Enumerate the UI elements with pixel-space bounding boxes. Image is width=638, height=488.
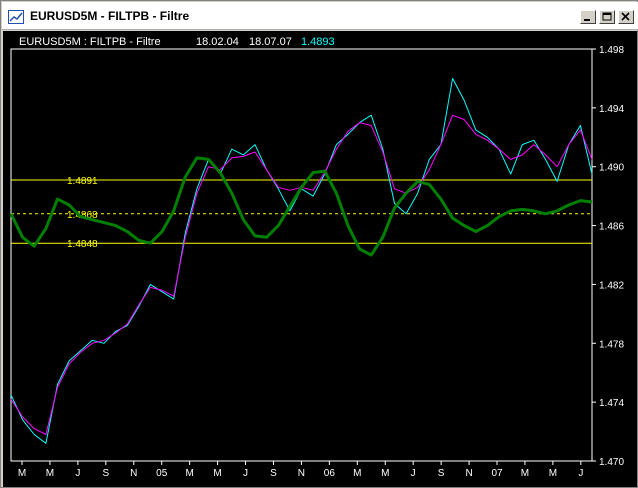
chart-symbol-label: EURUSD5M : FILTPB - Filtre xyxy=(19,36,161,48)
y-tick-label-5: 1.478 xyxy=(599,339,624,350)
x-tick-label-16: N xyxy=(465,468,472,479)
y-tick-label-0: 1.498 xyxy=(599,45,624,56)
title-bar[interactable]: EURUSD5M - FILTPB - Filtre xyxy=(2,2,638,30)
x-tick-label-1: M xyxy=(46,468,54,479)
y-tick-label-7: 1.470 xyxy=(599,457,624,468)
x-tick-label-14: J xyxy=(411,468,416,479)
filter-series-line xyxy=(10,114,593,435)
close-button[interactable] xyxy=(618,10,634,24)
x-tick-label-0: M xyxy=(18,468,26,479)
minimize-button[interactable] xyxy=(580,10,596,24)
plot-frame xyxy=(10,48,593,462)
x-tick-label-17: 07 xyxy=(491,468,503,479)
window-title: EURUSD5M - FILTPB - Filtre xyxy=(30,9,190,23)
chart-area[interactable]: EURUSD5M : FILTPB - Filtre 18.02.04 18.0… xyxy=(3,31,637,487)
price-chart[interactable]: EURUSD5M : FILTPB - Filtre 18.02.04 18.0… xyxy=(3,31,637,487)
x-tick-label-2: J xyxy=(75,468,80,479)
level-label-0: 1.4891 xyxy=(67,176,98,187)
x-tick-label-10: N xyxy=(298,468,305,479)
chart-date-to: 18.07.07 xyxy=(249,36,292,48)
maximize-button[interactable] xyxy=(599,10,615,24)
x-tick-label-5: 05 xyxy=(156,468,168,479)
level-label-2: 1.4848 xyxy=(67,239,98,250)
chart-last-value: 1.4893 xyxy=(301,36,335,48)
x-tick-label-13: M xyxy=(381,468,389,479)
maximize-icon xyxy=(602,12,612,21)
x-tick-label-19: M xyxy=(549,468,557,479)
y-tick-label-2: 1.490 xyxy=(599,163,624,174)
chart-date-from: 18.02.04 xyxy=(196,36,239,48)
minimize-icon xyxy=(584,19,590,21)
x-tick-label-8: J xyxy=(243,468,248,479)
y-tick-label-4: 1.482 xyxy=(599,280,624,291)
x-tick-label-20: J xyxy=(578,468,583,479)
x-tick-label-12: M xyxy=(353,468,361,479)
chart-app-icon xyxy=(8,10,24,24)
chart-window: EURUSD5M - FILTPB - Filtre EURUSD5M : FI… xyxy=(0,0,638,488)
price-series-line xyxy=(10,77,593,444)
close-icon xyxy=(621,12,630,21)
x-tick-label-9: S xyxy=(270,468,277,479)
x-tick-label-3: S xyxy=(102,468,109,479)
y-tick-label-3: 1.486 xyxy=(599,222,624,233)
x-tick-label-7: M xyxy=(213,468,221,479)
x-tick-label-11: 06 xyxy=(324,468,336,479)
x-tick-label-6: M xyxy=(185,468,193,479)
x-tick-label-18: M xyxy=(521,468,529,479)
cycle-series-line xyxy=(9,156,593,257)
x-tick-label-15: S xyxy=(438,468,445,479)
y-tick-label-6: 1.474 xyxy=(599,398,624,409)
x-tick-label-4: N xyxy=(130,468,137,479)
y-tick-label-1: 1.494 xyxy=(599,104,624,115)
